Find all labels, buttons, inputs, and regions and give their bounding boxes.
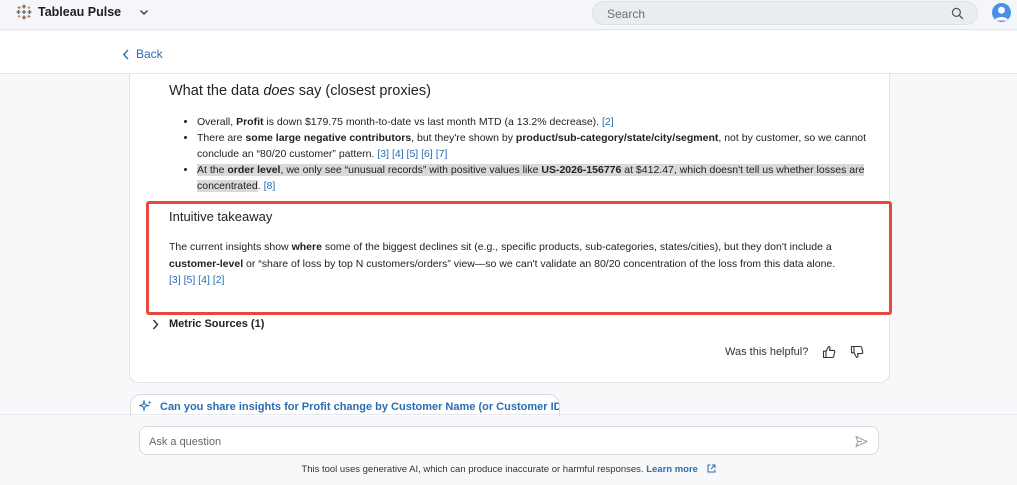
divider <box>0 414 1017 415</box>
external-link-icon[interactable] <box>707 464 716 473</box>
thumbs-up-icon[interactable] <box>822 345 836 359</box>
list-item: There are some large negative contributo… <box>197 130 875 162</box>
suggested-question[interactable]: Can you share insights for Profit change… <box>130 394 560 416</box>
list-item: Overall, Profit is down $179.75 month-to… <box>197 114 875 130</box>
user-avatar[interactable] <box>992 3 1011 22</box>
thumbs-down-icon[interactable] <box>850 345 864 359</box>
search-box[interactable] <box>592 1 978 25</box>
takeaway-heading: Intuitive takeaway <box>169 209 273 224</box>
chevron-down-icon <box>140 10 149 15</box>
top-bar: Tableau Pulse <box>0 0 1017 30</box>
user-icon <box>994 6 1009 21</box>
sparkle-icon <box>139 400 152 412</box>
helpful-label: Was this helpful? <box>725 346 809 358</box>
suggested-question-label: Can you share insights for Profit change… <box>160 400 560 413</box>
search-icon[interactable] <box>951 7 964 20</box>
list-item: At the order level, we only see “unusual… <box>197 162 875 194</box>
chevron-right-icon <box>152 319 159 329</box>
search-input[interactable] <box>607 6 927 21</box>
page-header: Back <box>0 31 1017 74</box>
metric-sources-label: Metric Sources (1) <box>169 318 265 330</box>
app-switcher[interactable]: Tableau Pulse <box>16 4 149 20</box>
metric-sources-toggle[interactable]: Metric Sources (1) <box>152 318 264 330</box>
citation-link[interactable]: [3] [5] [4] [2] <box>169 274 224 286</box>
app-name: Tableau Pulse <box>38 5 122 19</box>
disclaimer: This tool uses generative AI, which can … <box>0 464 1017 475</box>
ask-input[interactable] <box>149 434 829 449</box>
back-label: Back <box>136 47 163 61</box>
selected-text: At the order level, we only see “unusual… <box>197 164 865 192</box>
takeaway-text: The current insights show where some of … <box>169 241 836 286</box>
citation-link[interactable]: [8] <box>264 180 276 192</box>
back-button[interactable]: Back <box>122 47 163 61</box>
citation-link[interactable]: [2] <box>602 116 614 128</box>
send-icon[interactable] <box>855 435 868 448</box>
disclaimer-text: This tool uses generative AI, which can … <box>301 464 647 475</box>
citation-link[interactable]: [3] [4] [5] [6] [7] <box>377 148 447 160</box>
tableau-logo-icon <box>16 4 32 20</box>
chevron-left-icon <box>122 49 129 59</box>
learn-more-link[interactable]: Learn more <box>646 464 698 475</box>
section-heading: What the data does say (closest proxies) <box>169 83 431 99</box>
data-bullets: Overall, Profit is down $179.75 month-to… <box>185 114 875 194</box>
ask-box[interactable] <box>139 426 879 455</box>
feedback: Was this helpful? <box>725 345 864 359</box>
response-card: What the data does say (closest proxies)… <box>129 74 890 383</box>
